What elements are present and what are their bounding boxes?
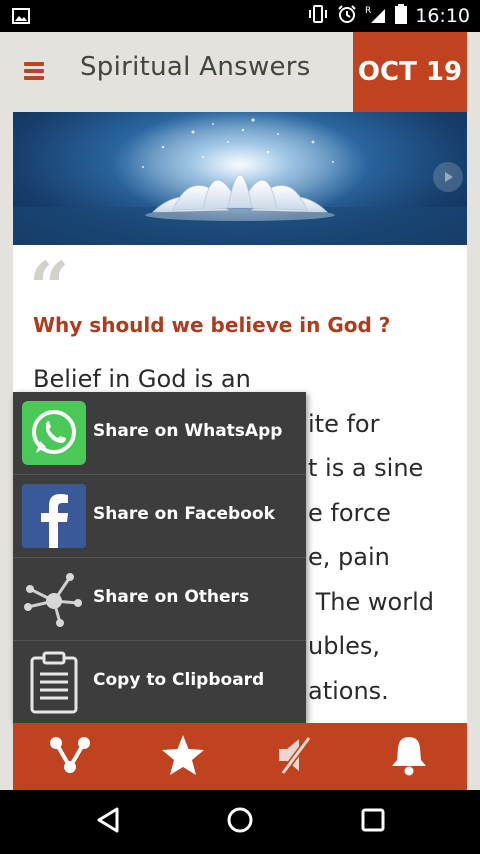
system-nav-bar: [0, 790, 480, 854]
share-others-item[interactable]: Share on Others: [13, 558, 306, 641]
mute-button[interactable]: [255, 723, 335, 790]
back-button[interactable]: [88, 804, 128, 840]
home-icon: [226, 806, 254, 838]
signal-icon: R: [365, 4, 387, 28]
copy-clipboard-label: Copy to Clipboard: [93, 670, 265, 690]
lotus-flower-image: [13, 112, 467, 245]
share-button[interactable]: [30, 723, 110, 790]
notification-button[interactable]: [369, 723, 449, 790]
share-whatsapp-label: Share on WhatsApp: [93, 421, 283, 441]
back-icon: [95, 806, 121, 838]
bell-icon: [390, 734, 428, 780]
share-nodes-icon: [22, 567, 86, 631]
chevron-right-icon[interactable]: [433, 162, 463, 192]
copy-clipboard-item[interactable]: Copy to Clipboard: [13, 641, 306, 724]
hamburger-menu-icon[interactable]: [24, 62, 44, 82]
share-popup-menu: Share on WhatsApp Share on Facebook Shar…: [13, 392, 306, 723]
home-button[interactable]: [220, 804, 260, 840]
alarm-icon: [337, 4, 357, 28]
share-whatsapp-item[interactable]: Share on WhatsApp: [13, 392, 306, 475]
date-badge: OCT 19: [353, 32, 467, 112]
image-notification-icon: [12, 7, 30, 29]
recents-icon: [360, 807, 386, 837]
share-others-label: Share on Others: [93, 587, 250, 607]
vibrate-icon: [307, 4, 329, 28]
share-icon: [47, 735, 93, 779]
status-time: 16:10: [415, 5, 470, 27]
recents-button[interactable]: [353, 804, 393, 840]
star-icon: [161, 734, 205, 780]
whatsapp-icon: [22, 401, 86, 465]
question-text: Why should we believe in God ?: [33, 313, 391, 337]
bottom-action-bar: [13, 723, 467, 790]
mute-icon: [275, 735, 315, 779]
clipboard-icon: [22, 650, 86, 714]
lotus-banner-image: [13, 112, 467, 245]
share-facebook-label: Share on Facebook: [93, 504, 275, 524]
share-facebook-item[interactable]: Share on Facebook: [13, 475, 306, 558]
app-title: Spiritual Answers: [80, 52, 311, 82]
facebook-icon: [22, 484, 86, 548]
app-screen: Spiritual Answers OCT 19 “ Why should we…: [0, 32, 480, 790]
status-bar: R 16:10: [0, 0, 480, 32]
favorite-button[interactable]: [143, 723, 223, 790]
svg-text:R: R: [365, 6, 371, 16]
battery-icon: [395, 4, 408, 28]
app-header: Spiritual Answers OCT 19: [0, 32, 480, 112]
